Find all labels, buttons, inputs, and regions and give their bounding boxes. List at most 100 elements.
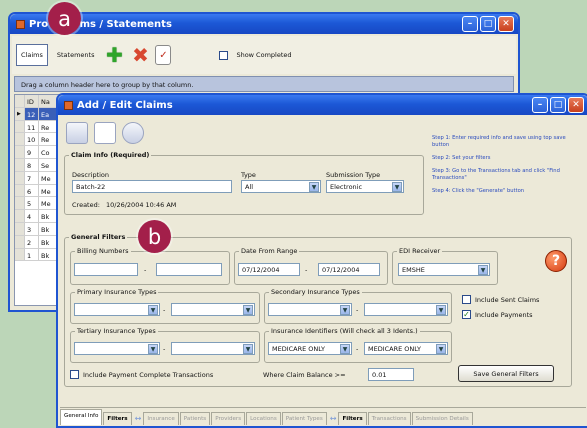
table-row[interactable]: 11 Re	[15, 120, 61, 134]
submission-type-label: Submission Type	[326, 171, 381, 179]
maximize-button[interactable]: □	[550, 97, 566, 113]
tab-statements[interactable]: Statements	[52, 44, 100, 66]
table-row[interactable]: 4 Bk	[15, 210, 61, 223]
table-row[interactable]: ▶ 12 Ea	[15, 107, 61, 121]
cell-id: 2	[25, 235, 39, 248]
primary-to-select[interactable]: ▼	[171, 303, 255, 316]
chevron-down-icon: ▼	[436, 305, 446, 315]
step-4: Step 4: Click the "Generate" button	[432, 188, 525, 194]
group-by-area[interactable]: Drag a column header here to group by th…	[14, 76, 514, 92]
step-3: Step 3: Go to the Transactions tab and c…	[432, 168, 560, 181]
cell-id: 11	[25, 120, 39, 133]
type-select[interactable]: All ▼	[241, 180, 321, 193]
tab-insurance[interactable]: Insurance	[143, 412, 179, 425]
identifier-from-select[interactable]: MEDICARE ONLY ▼	[268, 342, 352, 355]
primary-insurance-legend: Primary Insurance Types	[77, 288, 157, 296]
tab-transactions[interactable]: Transactions	[367, 412, 411, 425]
nav-arrow-icon[interactable]: ↔	[330, 414, 337, 423]
tab-patient-types[interactable]: Patient Types	[281, 412, 327, 425]
delete-icon[interactable]: ✖	[129, 43, 151, 67]
submission-type-select[interactable]: Electronic ▼	[326, 180, 404, 193]
edi-receiver-select[interactable]: EMSHE ▼	[398, 263, 490, 276]
show-completed-checkbox[interactable]	[219, 50, 229, 60]
row-indicator	[15, 235, 25, 248]
insurance-identifiers-legend: Insurance Identifiers (Will check all 3 …	[271, 327, 418, 335]
save-general-filters-button[interactable]: Save General Filters	[458, 365, 554, 382]
date-to-input[interactable]: 07/12/2004	[318, 263, 380, 276]
table-row[interactable]: 3 Bk	[15, 222, 61, 236]
help-icon[interactable]: ?	[545, 250, 567, 272]
nav-arrow-icon[interactable]: ↔	[135, 414, 142, 423]
row-indicator	[15, 120, 25, 133]
tab-filters[interactable]: Filters	[103, 412, 132, 425]
billing-to-input[interactable]	[156, 263, 222, 276]
range-dash: -	[163, 306, 166, 314]
row-indicator	[15, 158, 25, 171]
table-row[interactable]: 8 Se	[15, 158, 61, 172]
date-from-input[interactable]: 07/12/2004	[238, 263, 300, 276]
chevron-down-icon: ▼	[148, 344, 158, 354]
cell-id: 3	[25, 222, 39, 235]
callout-badge-b: b	[138, 220, 171, 253]
chevron-down-icon: ▼	[392, 182, 402, 192]
tab-strip: General Info Filters ↔ Insurance Patients Pro…	[60, 407, 586, 425]
primary-from-select[interactable]: ▼	[74, 303, 160, 316]
claim-info-legend: Claim Info (Required)	[71, 151, 150, 159]
table-row[interactable]: 10 Re	[15, 133, 61, 147]
tab-providers[interactable]: Providers	[211, 412, 246, 425]
table-row[interactable]: 2 Bk	[15, 235, 61, 249]
report-icon[interactable]: ✓	[155, 45, 172, 65]
billing-numbers-legend: Billing Numbers	[77, 247, 129, 255]
cell-id: 12	[25, 107, 39, 120]
include-sent-claims-checkbox[interactable]	[462, 295, 471, 304]
chevron-down-icon: ▼	[309, 182, 319, 192]
document-check-icon[interactable]	[94, 122, 116, 144]
include-complete-checkbox[interactable]	[70, 370, 79, 379]
tab-submission-details[interactable]: Submission Details	[411, 412, 473, 425]
maximize-button[interactable]: □	[480, 16, 496, 32]
secondary-to-select[interactable]: ▼	[364, 303, 448, 316]
chevron-down-icon: ▼	[340, 344, 350, 354]
identifier-to-select[interactable]: MEDICARE ONLY ▼	[364, 342, 448, 355]
table-row[interactable]: 6 Me	[15, 184, 61, 198]
tab-filters[interactable]: Filters	[338, 412, 367, 425]
table-row[interactable]: 7 Me	[15, 171, 61, 185]
close-button[interactable]: ✕	[498, 16, 514, 32]
general-filters-legend: General Filters	[71, 233, 126, 241]
description-label: Description	[72, 171, 110, 179]
tertiary-from-select[interactable]: ▼	[74, 342, 160, 355]
app-icon	[64, 100, 73, 110]
tab-general-info[interactable]: General Info	[60, 409, 103, 425]
row-indicator	[15, 184, 25, 197]
created-label: Created:	[72, 201, 100, 209]
close-button[interactable]: ✕	[568, 97, 584, 113]
row-indicator	[15, 197, 25, 210]
table-row[interactable]: 9 Co	[15, 146, 61, 159]
row-indicator	[15, 133, 25, 146]
tab-locations[interactable]: Locations	[246, 412, 281, 425]
tertiary-insurance-legend: Tertiary Insurance Types	[77, 327, 156, 335]
secondary-from-select[interactable]: ▼	[268, 303, 352, 316]
title-bar: Add / Edit Claims – □ ✕	[58, 95, 587, 115]
include-payments-checkbox[interactable]	[462, 310, 471, 319]
minimize-button[interactable]: –	[532, 97, 548, 113]
minimize-button[interactable]: –	[462, 16, 478, 32]
tab-claims[interactable]: Claims	[16, 44, 48, 66]
show-completed-label: Show Completed	[236, 51, 292, 59]
row-indicator	[15, 210, 25, 222]
table-row[interactable]: 1 Bk	[15, 248, 61, 262]
description-input[interactable]: Batch-22	[72, 180, 232, 193]
add-icon[interactable]: ✚	[103, 43, 125, 67]
billing-from-input[interactable]	[74, 263, 138, 276]
tab-patients[interactable]: Patients	[179, 412, 211, 425]
grid-header: ID Na	[15, 95, 61, 108]
table-row[interactable]: 5 Me	[15, 197, 61, 211]
gear-icon[interactable]	[122, 122, 144, 144]
created-value: 10/26/2004 10:46 AM	[106, 201, 177, 209]
tertiary-to-select[interactable]: ▼	[171, 342, 255, 355]
include-complete-label: Include Payment Complete Transactions	[83, 371, 214, 379]
save-icon[interactable]	[66, 122, 88, 144]
submission-type-value: Electronic	[330, 183, 363, 191]
claim-balance-input[interactable]: 0.01	[368, 368, 414, 381]
column-id[interactable]: ID	[25, 95, 39, 107]
